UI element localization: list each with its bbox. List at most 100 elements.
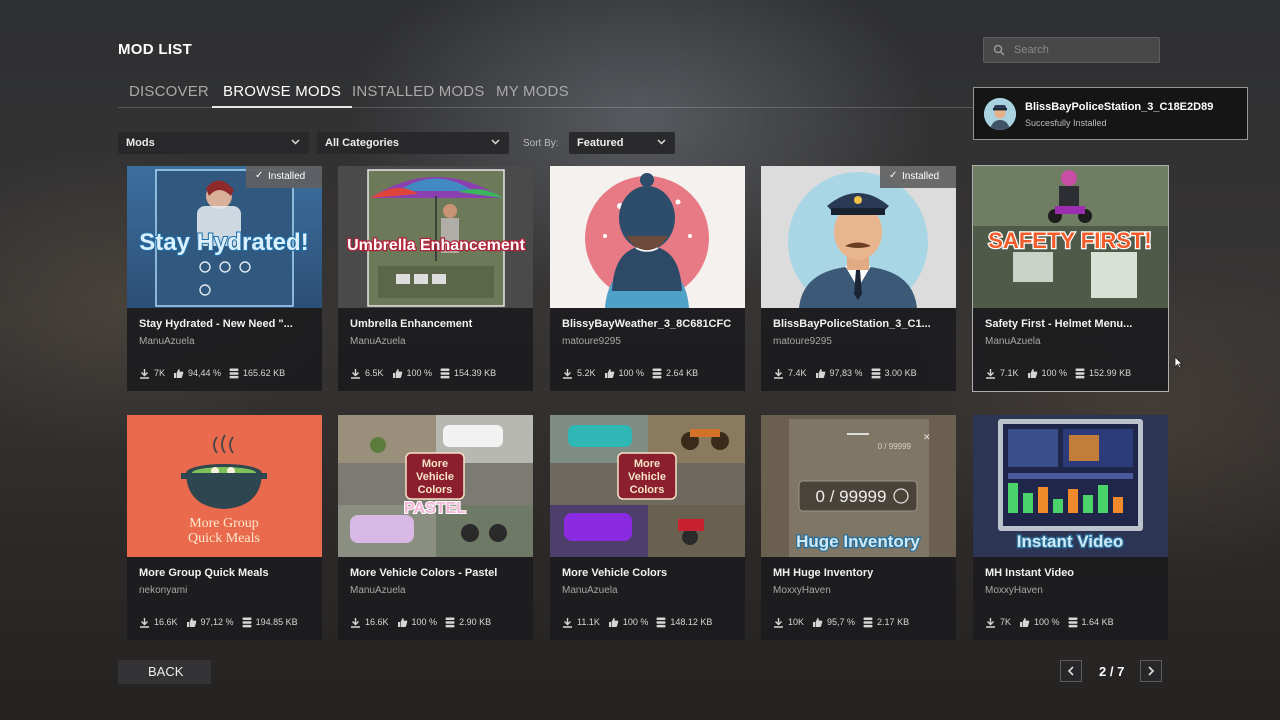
mod-card[interactable]: BlissyBayWeather_3_8C681CFC matoure9295 … <box>550 166 745 391</box>
thumbs-up-icon <box>186 617 196 627</box>
mod-author[interactable]: ManuAzuela <box>985 336 1041 347</box>
database-icon <box>656 617 666 627</box>
sort-dropdown[interactable]: Featured <box>569 132 675 154</box>
file-size: 1.64 KB <box>1081 617 1114 627</box>
download-count: 7.4K <box>788 368 807 378</box>
mod-card[interactable]: SAFETY FIRST! Safety First - Helmet Menu… <box>972 165 1169 392</box>
file-size: 3.00 KB <box>884 368 917 378</box>
prev-page-button[interactable] <box>1060 660 1082 682</box>
sort-by-label: Sort By: <box>523 138 559 149</box>
mod-author[interactable]: ManuAzuela <box>139 336 195 347</box>
thumbs-up-icon <box>397 617 407 627</box>
file-size: 154.39 KB <box>454 368 497 378</box>
mod-author[interactable]: ManuAzuela <box>350 585 406 596</box>
mod-card[interactable]: More Vehicle Colors More Vehicle Colors … <box>550 415 745 640</box>
mod-card[interactable]: More Group Quick Meals More Group Quick … <box>127 415 322 640</box>
database-icon <box>440 368 450 378</box>
mod-card[interactable]: Stay Hydrated! ✓ Installed Stay Hydrated … <box>127 166 322 391</box>
mod-author[interactable]: MoxxyHaven <box>985 585 1043 596</box>
rating: 97,83 % <box>829 368 863 378</box>
download-count: 7K <box>1000 617 1012 627</box>
thumb-title-2: Vehicle <box>628 471 666 483</box>
mod-stats: 7K 94,44 % 165.62 KB <box>139 366 293 380</box>
tab-installed-mods[interactable]: INSTALLED MODS <box>352 83 485 100</box>
mod-thumbnail: Instant Video <box>973 415 1168 557</box>
next-page-button[interactable] <box>1140 660 1162 682</box>
mod-card[interactable]: 0 / 99999 ✕ 0 / 99999 Huge Inventory MH … <box>761 415 956 640</box>
tab-browse-mods[interactable]: BROWSE MODS <box>211 83 353 108</box>
back-button[interactable]: BACK <box>118 660 211 684</box>
installed-badge: ✓ Installed <box>880 166 956 188</box>
download-count: 7K <box>154 368 166 378</box>
mod-thumbnail: Umbrella Enhancement <box>338 166 533 308</box>
thumb-title: More Group <box>189 516 259 531</box>
mod-author[interactable]: ManuAzuela <box>350 336 406 347</box>
thumb-subtitle: Quick Meals <box>188 531 260 546</box>
mod-title: More Group Quick Meals <box>139 567 269 579</box>
mod-author[interactable]: matoure9295 <box>562 336 621 347</box>
tab-discover[interactable]: DISCOVER <box>129 83 209 100</box>
mod-title: MH Instant Video <box>985 567 1075 579</box>
check-icon: ✓ <box>889 170 898 181</box>
rating: 94,44 % <box>188 368 222 378</box>
mod-thumbnail: 0 / 99999 ✕ 0 / 99999 Huge Inventory <box>761 415 956 557</box>
page-title: MOD LIST <box>118 41 193 58</box>
thumb-title: SAFETY FIRST! <box>988 228 1151 253</box>
mod-card[interactable]: ✓ Installed BlissBayPoliceStation_3_C1...… <box>761 166 956 391</box>
search-input[interactable] <box>1014 41 1154 59</box>
download-count: 5.2K <box>577 368 596 378</box>
mod-title: More Vehicle Colors <box>562 567 668 579</box>
database-icon <box>242 617 252 627</box>
mod-card[interactable]: Instant Video MH Instant Video MoxxyHave… <box>973 415 1168 640</box>
notification-message: Succesfully Installed <box>1025 118 1107 128</box>
mod-stats: 7K 100 % 1.64 KB <box>985 615 1122 629</box>
rating: 100 % <box>622 617 649 627</box>
download-icon <box>140 368 149 379</box>
thumb-title-3: Colors <box>630 484 665 496</box>
download-count: 10K <box>788 617 805 627</box>
mod-author[interactable]: nekonyami <box>139 585 187 596</box>
download-count: 7.1K <box>1000 368 1019 378</box>
svg-text:✕: ✕ <box>923 432 931 442</box>
thumb-subtitle: PASTEL <box>404 500 466 517</box>
mod-thumbnail <box>550 166 745 308</box>
download-count: 16.6K <box>365 617 389 627</box>
mod-author[interactable]: matoure9295 <box>773 336 832 347</box>
mod-author[interactable]: ManuAzuela <box>562 585 618 596</box>
database-icon <box>871 368 881 378</box>
tab-my-mods[interactable]: MY MODS <box>496 83 569 100</box>
type-dropdown[interactable]: Mods <box>118 132 309 154</box>
category-dropdown[interactable]: All Categories <box>317 132 509 154</box>
thumbs-up-icon <box>392 368 402 378</box>
search-box[interactable] <box>983 37 1160 63</box>
file-size: 148.12 KB <box>670 617 713 627</box>
mod-thumbnail: More Vehicle Colors <box>550 415 745 557</box>
category-dropdown-value: All Categories <box>325 137 399 149</box>
file-size: 165.62 KB <box>243 368 286 378</box>
download-icon <box>563 617 572 628</box>
mod-stats: 7.4K 97,83 % 3.00 KB <box>773 366 925 380</box>
mod-thumbnail: More Group Quick Meals <box>127 415 322 557</box>
database-icon <box>863 617 873 627</box>
mod-card[interactable]: More Vehicle Colors PASTEL More Vehicle … <box>338 415 533 640</box>
rating: 100 % <box>406 368 433 378</box>
thumb-title: Instant Video <box>1017 532 1123 551</box>
mod-thumbnail: SAFETY FIRST! <box>973 166 1168 308</box>
mod-stats: 5.2K 100 % 2.64 KB <box>562 366 706 380</box>
download-icon <box>774 368 783 379</box>
thumbs-up-icon <box>174 368 184 378</box>
mod-title: More Vehicle Colors - Pastel <box>350 567 498 579</box>
installed-badge: ✓ Installed <box>246 166 322 188</box>
page-indicator: 2 / 7 <box>1099 664 1125 679</box>
database-icon <box>445 617 455 627</box>
sort-dropdown-value: Featured <box>577 137 624 149</box>
thumb-title: Huge Inventory <box>796 532 920 551</box>
rating: 100 % <box>1034 617 1060 627</box>
mod-card[interactable]: Umbrella Enhancement Umbrella Enhancemen… <box>338 166 533 391</box>
file-size: 2.64 KB <box>666 368 699 378</box>
file-size: 2.90 KB <box>459 617 492 627</box>
thumb-title: More <box>634 458 660 470</box>
mod-author[interactable]: MoxxyHaven <box>773 585 831 596</box>
rating: 95,7 % <box>827 617 856 627</box>
thumbs-up-icon <box>815 368 825 378</box>
